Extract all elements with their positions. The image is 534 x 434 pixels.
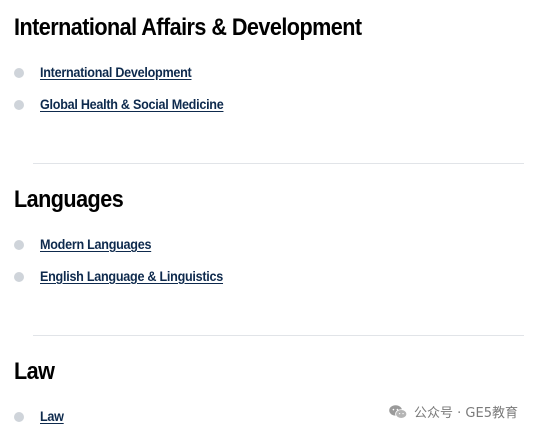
wechat-icon	[389, 404, 408, 419]
list-item: International Development	[14, 58, 524, 90]
bullet-icon	[14, 412, 24, 422]
subject-list-page: International Affairs & Development Inte…	[0, 0, 534, 434]
list-item: Global Health & Social Medicine	[14, 90, 524, 122]
link-english-language-linguistics[interactable]: English Language & Linguistics	[40, 268, 223, 284]
bullet-icon	[14, 240, 24, 250]
link-list: International Development Global Health …	[14, 58, 524, 122]
link-list: Modern Languages English Language & Ling…	[14, 230, 524, 294]
bullet-icon	[14, 68, 24, 78]
section-heading: International Affairs & Development	[14, 14, 362, 41]
section-divider	[33, 163, 524, 164]
section-languages: Languages Modern Languages English Langu…	[14, 186, 524, 294]
watermark-text: 公众号 · GE5教育	[414, 406, 518, 421]
section-international-affairs: International Affairs & Development Inte…	[14, 14, 524, 122]
bullet-icon	[14, 100, 24, 110]
section-heading: Languages	[14, 186, 124, 213]
list-item: English Language & Linguistics	[14, 262, 524, 294]
watermark: 公众号 · GE5教育	[388, 402, 518, 421]
link-global-health[interactable]: Global Health & Social Medicine	[40, 96, 224, 112]
bullet-icon	[14, 272, 24, 282]
link-modern-languages[interactable]: Modern Languages	[40, 236, 151, 252]
link-international-development[interactable]: International Development	[40, 64, 192, 80]
section-divider	[33, 335, 524, 336]
list-item: Modern Languages	[14, 230, 524, 262]
section-law: Law Law	[14, 358, 524, 434]
link-law[interactable]: Law	[40, 408, 64, 424]
section-heading: Law	[14, 358, 55, 385]
